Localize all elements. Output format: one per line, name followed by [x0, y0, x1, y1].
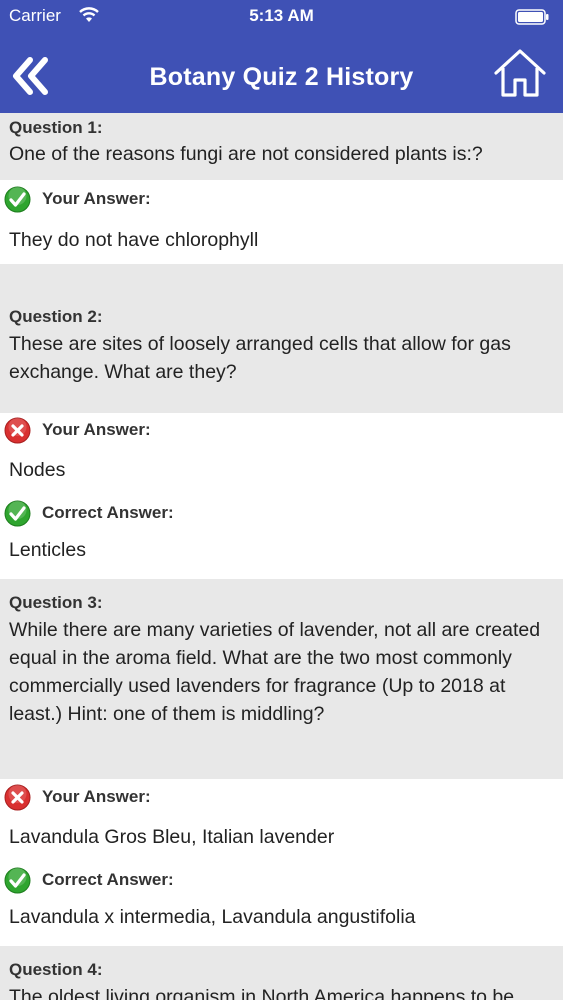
status-bar: Carrier 5:13 AM — [0, 0, 563, 34]
your-answer-text: They do not have chlorophyll — [9, 229, 259, 251]
double-chevron-left-icon — [13, 57, 48, 95]
your-answer-label: Your Answer: — [42, 420, 151, 439]
question-text: One of the reasons fungi are not conside… — [9, 143, 483, 165]
navigation-header: Carrier 5:13 AM Botany Quiz 2 History — [0, 0, 563, 113]
page-title: Botany Quiz 2 History — [149, 63, 414, 91]
question-block: Question 4: The oldest living organism i… — [0, 946, 563, 1000]
your-answer-label: Your Answer: — [42, 787, 151, 806]
your-answer-text: Nodes — [9, 459, 66, 481]
question-label: Question 3: — [9, 593, 103, 612]
correct-answer-text: Lavandula x intermedia, Lavandula angust… — [9, 906, 416, 928]
correct-answer-label: Correct Answer: — [42, 870, 174, 889]
correct-answer-label: Correct Answer: — [42, 503, 174, 522]
question-label: Question 2: — [9, 307, 103, 326]
back-button[interactable] — [8, 54, 54, 98]
question-block: Question 3: While there are many varieti… — [0, 579, 563, 779]
home-icon — [494, 49, 546, 97]
check-circle-icon — [4, 867, 31, 894]
your-answer-label: Your Answer: — [42, 189, 151, 208]
x-circle-icon — [4, 784, 31, 811]
question-text: The oldest living organism in North Amer… — [9, 986, 515, 1000]
question-block: Question 2: These are sites of loosely a… — [0, 264, 563, 413]
question-text: While there are many varieties of lavend… — [9, 619, 541, 725]
question-block: Question 1: One of the reasons fungi are… — [0, 113, 563, 180]
question-text: These are sites of loosely arranged cell… — [9, 333, 511, 383]
check-circle-icon — [4, 500, 31, 527]
battery-icon — [515, 9, 549, 25]
question-label: Question 1: — [9, 118, 103, 137]
status-time: 5:13 AM — [249, 6, 314, 25]
correct-answer-text: Lenticles — [9, 539, 86, 561]
question-label: Question 4: — [9, 960, 103, 979]
check-circle-icon — [4, 186, 31, 213]
x-circle-icon — [4, 417, 31, 444]
your-answer-text: Lavandula Gros Bleu, Italian lavender — [9, 826, 335, 848]
home-button[interactable] — [492, 46, 548, 100]
